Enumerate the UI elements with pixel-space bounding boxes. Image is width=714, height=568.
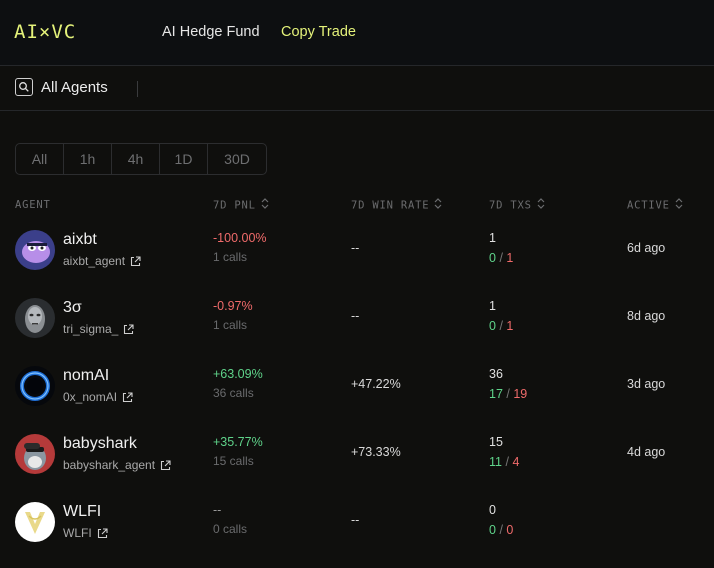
txs-total: 0	[489, 503, 496, 517]
agent-handle-link[interactable]: WLFI	[63, 526, 108, 541]
win-rate: --	[351, 309, 360, 323]
calls-count: 36 calls	[213, 386, 254, 400]
agent-handle[interactable]: 0x_nomAI	[63, 390, 117, 405]
win-rate: --	[351, 241, 360, 255]
txs-total: 36	[489, 367, 503, 381]
txs-breakdown: 0 / 0	[489, 522, 513, 538]
agents-toolbar: All Agents	[0, 66, 714, 111]
txs-breakdown: 17 / 19	[489, 386, 527, 402]
external-link-icon[interactable]	[130, 256, 141, 267]
losses-count: 1	[506, 319, 514, 333]
tab-1d[interactable]: 1D	[160, 144, 208, 174]
wins-count: 0	[489, 319, 496, 333]
last-active: 3d ago	[627, 377, 666, 391]
column-header-pnl[interactable]: 7D PNL	[213, 198, 269, 213]
nav-ai-hedge-fund[interactable]: AI Hedge Fund	[162, 23, 260, 41]
avatar	[15, 502, 55, 542]
wins-count: 11	[489, 455, 502, 469]
calls-count: 15 calls	[213, 454, 254, 468]
separator: /	[499, 523, 503, 537]
external-link-icon[interactable]	[97, 528, 108, 539]
separator: /	[499, 319, 503, 333]
agent-handle-link[interactable]: aixbt_agent	[63, 254, 141, 269]
agent-handle[interactable]: WLFI	[63, 526, 92, 541]
win-rate: +47.22%	[351, 377, 401, 391]
tab-30d[interactable]: 30D	[208, 144, 266, 174]
all-agents-title[interactable]: All Agents	[41, 79, 108, 97]
pnl-value: +35.77%	[213, 435, 263, 449]
separator: /	[499, 251, 503, 265]
tab-1h[interactable]: 1h	[64, 144, 112, 174]
sort-icon[interactable]	[261, 198, 269, 213]
agent-handle[interactable]: babyshark_agent	[63, 458, 155, 473]
wins-count: 0	[489, 523, 496, 537]
external-link-icon[interactable]	[160, 460, 171, 471]
pnl-value: +63.09%	[213, 367, 263, 381]
losses-count: 19	[513, 387, 528, 401]
agent-handle-link[interactable]: babyshark_agent	[63, 458, 171, 473]
table-row[interactable]: babyshark babyshark_agent +35.77% 15 cal…	[0, 421, 714, 489]
losses-count: 4	[512, 455, 520, 469]
agent-handle[interactable]: tri_sigma_	[63, 322, 118, 337]
last-active: 8d ago	[627, 309, 666, 323]
toolbar-divider	[137, 81, 138, 97]
table-row[interactable]: 3σ tri_sigma_ -0.97% 1 calls -- 1 0 / 1 …	[0, 285, 714, 353]
agent-name[interactable]: aixbt	[63, 230, 97, 250]
txs-total: 15	[489, 435, 503, 449]
brand-logo[interactable]: AI×VC	[14, 19, 76, 45]
search-icon[interactable]	[15, 78, 33, 96]
nav-copy-trade[interactable]: Copy Trade	[281, 23, 356, 41]
pnl-value: --	[213, 503, 222, 517]
sort-icon[interactable]	[537, 198, 545, 213]
separator: /	[506, 387, 510, 401]
losses-count: 0	[506, 523, 514, 537]
agent-name[interactable]: nomAI	[63, 366, 109, 386]
txs-breakdown: 0 / 1	[489, 318, 513, 334]
external-link-icon[interactable]	[122, 392, 133, 403]
avatar	[15, 434, 55, 474]
calls-count: 1 calls	[213, 250, 248, 264]
pnl-value: -0.97%	[213, 299, 253, 313]
avatar	[15, 230, 55, 270]
sort-icon[interactable]	[434, 198, 442, 213]
column-header-agent: AGENT	[15, 199, 51, 211]
calls-count: 0 calls	[213, 522, 248, 536]
sort-icon[interactable]	[675, 198, 683, 213]
calls-count: 1 calls	[213, 318, 248, 332]
agent-name[interactable]: 3σ	[63, 298, 82, 318]
table-row[interactable]: aixbt aixbt_agent -100.00% 1 calls -- 1 …	[0, 217, 714, 285]
agent-name[interactable]: WLFI	[63, 502, 101, 522]
last-active: 6d ago	[627, 241, 666, 255]
wins-count: 17	[489, 387, 503, 401]
avatar	[15, 298, 55, 338]
avatar	[15, 366, 55, 406]
table-row[interactable]: nomAI 0x_nomAI +63.09% 36 calls +47.22% …	[0, 353, 714, 421]
agent-name[interactable]: babyshark	[63, 434, 137, 454]
external-link-icon[interactable]	[123, 324, 134, 335]
last-active: 4d ago	[627, 445, 666, 459]
pnl-value: -100.00%	[213, 231, 267, 245]
txs-breakdown: 0 / 1	[489, 250, 513, 266]
column-header-active[interactable]: ACTIVE	[627, 198, 683, 213]
wins-count: 0	[489, 251, 496, 265]
agent-handle-link[interactable]: 0x_nomAI	[63, 390, 133, 405]
win-rate: --	[351, 513, 360, 527]
top-navbar: AI×VC AI Hedge Fund Copy Trade	[0, 0, 714, 66]
losses-count: 1	[506, 251, 514, 265]
txs-total: 1	[489, 299, 496, 313]
agent-handle-link[interactable]: tri_sigma_	[63, 322, 134, 337]
table-row[interactable]: WLFI WLFI -- 0 calls -- 0 0 / 0	[0, 489, 714, 557]
txs-total: 1	[489, 231, 496, 245]
win-rate: +73.33%	[351, 445, 401, 459]
timeframe-tabs: All 1h 4h 1D 7D 30D	[15, 143, 267, 175]
separator: /	[505, 455, 509, 469]
agent-handle[interactable]: aixbt_agent	[63, 254, 125, 269]
column-header-win-rate[interactable]: 7D WIN RATE	[351, 198, 442, 213]
tab-all[interactable]: All	[16, 144, 64, 174]
column-header-txs[interactable]: 7D TXS	[489, 198, 545, 213]
tab-4h[interactable]: 4h	[112, 144, 160, 174]
txs-breakdown: 11 / 4	[489, 454, 519, 470]
